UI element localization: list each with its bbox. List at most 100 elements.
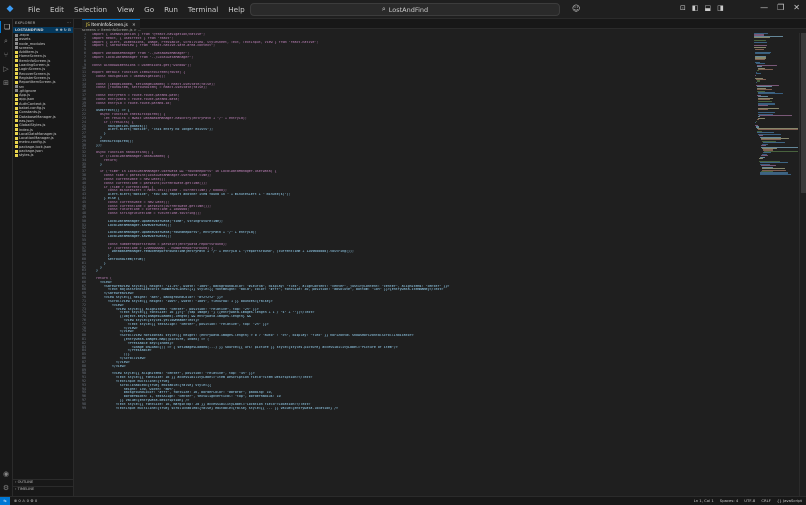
minimap-line xyxy=(758,100,772,102)
file-tree-label: ReportItemScreen.js xyxy=(19,80,56,85)
file-tree-item[interactable]: styles.js xyxy=(13,153,73,157)
toggle-panel-icon[interactable]: ⬓ xyxy=(705,4,712,12)
command-center-search[interactable]: ⌕ LostAndFind xyxy=(250,3,560,16)
minimap-line xyxy=(754,41,767,43)
title-bar: ◆ File Edit Selection View Go Run Terminal Help… xyxy=(0,0,806,19)
explorer-sidebar: EXPLORER ··· LOSTANDFIND ⊕ ⊕ ↻ ⊟ .expo as… xyxy=(13,19,74,496)
timeline-label: TIMELINE xyxy=(17,487,35,491)
window-controls: — ❐ ✕ xyxy=(751,3,800,12)
minimap-line xyxy=(756,120,757,122)
file-icon xyxy=(15,145,18,149)
scrollbar-thumb[interactable] xyxy=(801,33,806,193)
explorer-icon[interactable]: ❏ xyxy=(0,21,13,33)
maximize-icon[interactable]: ❐ xyxy=(777,3,784,12)
file-icon xyxy=(15,149,18,153)
toggle-secondary-sidebar-icon[interactable]: ◨ xyxy=(717,4,724,12)
outline-label: OUTLINE xyxy=(17,480,34,484)
file-icon xyxy=(15,102,18,106)
more-actions-icon[interactable]: ··· xyxy=(67,21,71,25)
file-icon xyxy=(15,136,18,140)
toggle-primary-sidebar-icon[interactable]: ◧ xyxy=(692,4,699,12)
layout-customize-icon[interactable]: ⊡ xyxy=(680,4,686,12)
timeline-section[interactable]: › TIMELINE xyxy=(13,486,73,491)
file-icon xyxy=(15,110,18,114)
file-icon xyxy=(15,153,18,157)
line-number: 99 xyxy=(82,405,86,410)
minimap-line xyxy=(760,173,791,175)
outline-section[interactable]: › OUTLINE xyxy=(13,479,73,484)
file-icon xyxy=(15,123,18,127)
file-icon xyxy=(15,67,18,71)
file-icon xyxy=(15,93,18,97)
file-icon xyxy=(15,80,18,84)
menu-item-run[interactable]: Run xyxy=(159,5,183,14)
file-icon xyxy=(15,33,18,37)
minimap[interactable] xyxy=(754,33,798,193)
file-icon xyxy=(15,46,18,50)
minimap-line xyxy=(758,68,773,71)
run-debug-icon[interactable]: ▷ xyxy=(0,63,12,75)
source-control-icon[interactable]: ⑂ xyxy=(0,49,12,61)
minimap-line xyxy=(755,58,765,60)
menu-item-help[interactable]: Help xyxy=(223,5,249,14)
extensions-icon[interactable]: ⊞ xyxy=(0,77,12,89)
file-icon xyxy=(15,59,18,63)
minimap-line xyxy=(758,104,768,106)
explorer-header: EXPLORER ··· xyxy=(13,19,73,27)
menu-item-edit[interactable]: Edit xyxy=(45,5,69,14)
menu-item-go[interactable]: Go xyxy=(139,5,159,14)
minimap-line xyxy=(755,48,764,50)
minimap-line xyxy=(758,109,768,111)
file-icon xyxy=(15,89,18,93)
code-line[interactable]: <TextInput multiline={true} scrollEnable… xyxy=(92,407,752,411)
minimap-line xyxy=(757,70,759,72)
vertical-scrollbar[interactable] xyxy=(799,33,806,496)
file-icon xyxy=(15,97,18,101)
close-tab-icon[interactable]: ✕ xyxy=(132,22,136,27)
line-numbers: 1 2 3 4 5 6 7 8 9 10 11 12 13 14 15 16 17 18 19 20 21 22 23 24 2… xyxy=(74,33,88,410)
minimap-line xyxy=(757,80,760,82)
minimap-line xyxy=(754,44,767,46)
project-name: LOSTANDFIND xyxy=(15,28,44,32)
minimap-line xyxy=(756,73,761,75)
close-icon[interactable]: ✕ xyxy=(793,3,800,12)
minimap-line xyxy=(759,114,792,117)
menu-item-view[interactable]: View xyxy=(112,5,139,14)
file-icon xyxy=(15,63,18,67)
explorer-actions[interactable]: ⊕ ⊕ ↻ ⊟ xyxy=(55,28,71,32)
menu-item-terminal[interactable]: Terminal xyxy=(183,5,223,14)
file-icon xyxy=(15,132,18,136)
account-icon[interactable]: ◉ xyxy=(0,468,12,480)
gear-icon[interactable]: ⚙ xyxy=(0,482,12,494)
minimap-line xyxy=(759,135,763,137)
explorer-title: EXPLORER xyxy=(15,21,36,25)
minimap-line xyxy=(757,119,759,121)
minimap-line xyxy=(755,53,770,55)
copilot-icon[interactable]: ☺ xyxy=(572,4,580,13)
search-label: LostAndFind xyxy=(388,5,429,14)
file-icon xyxy=(15,128,18,132)
minimap-line xyxy=(755,74,756,76)
minimap-line xyxy=(756,81,757,83)
file-icon xyxy=(15,72,18,76)
minimap-line xyxy=(755,122,756,124)
code-text[interactable]: import { useNavigation } from "@react-na… xyxy=(92,33,752,410)
file-icon xyxy=(15,115,18,119)
vscode-logo-icon: ◆ xyxy=(6,4,14,14)
minimap-line xyxy=(758,112,775,114)
menu-item-selection[interactable]: Selection xyxy=(69,5,112,14)
layout-controls: ⊡ ◧ ⬓ ◨ xyxy=(680,4,730,12)
search-view-icon[interactable]: ⌕ xyxy=(0,35,12,47)
minimap-line xyxy=(758,117,765,119)
minimap-line xyxy=(759,158,763,160)
code-editor[interactable]: 1 2 3 4 5 6 7 8 9 10 11 12 13 14 15 16 17 18 19 20 21 22 23 24 2… xyxy=(74,33,754,496)
minimap-line xyxy=(757,89,772,91)
file-icon xyxy=(15,37,18,41)
minimize-icon[interactable]: — xyxy=(760,3,768,12)
file-icon xyxy=(15,54,18,58)
minimap-line xyxy=(757,66,762,68)
menu-item-file[interactable]: File xyxy=(23,5,45,14)
file-icon xyxy=(15,119,18,123)
js-file-icon: JS xyxy=(86,22,90,27)
file-icon xyxy=(15,140,18,144)
